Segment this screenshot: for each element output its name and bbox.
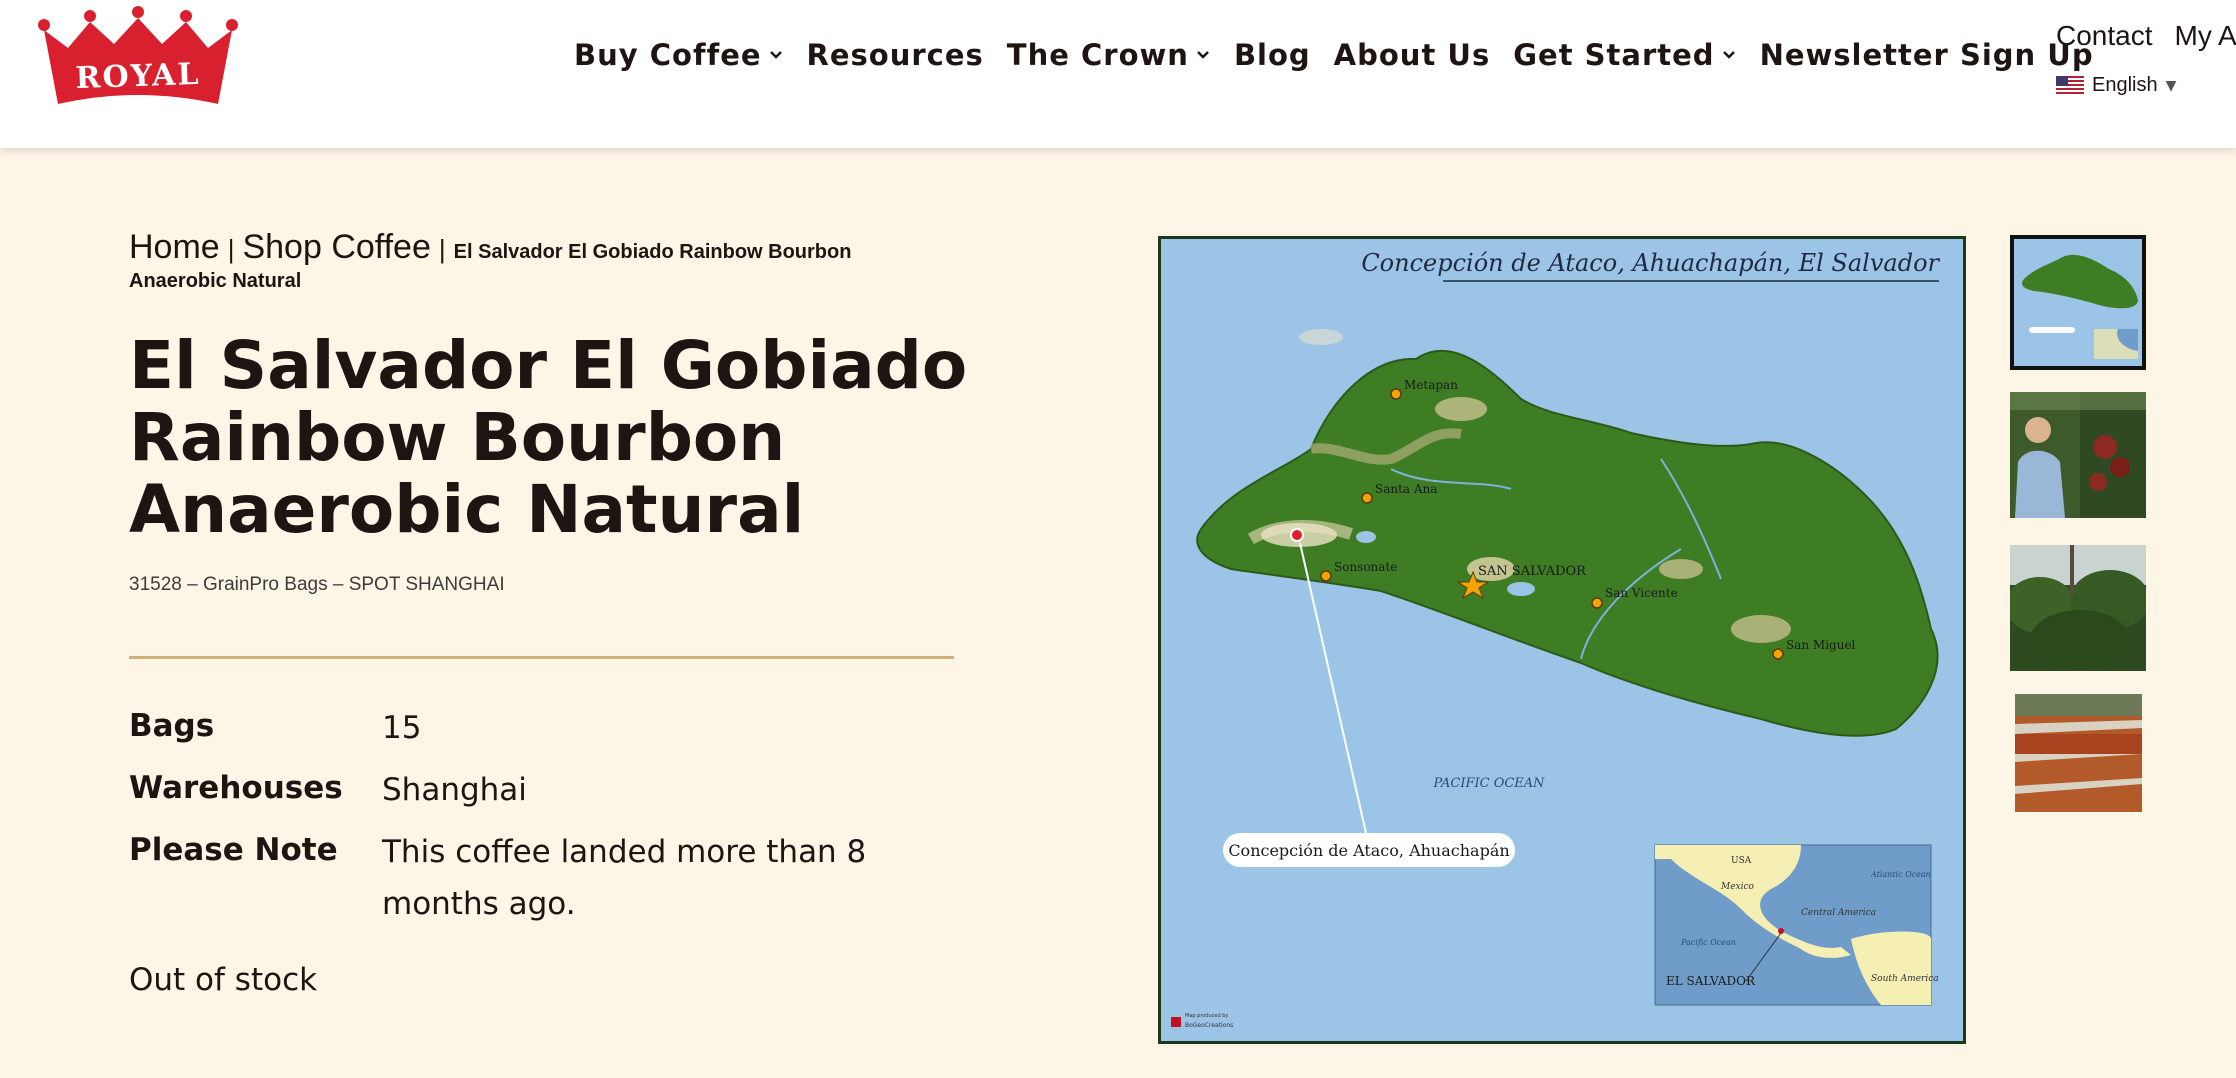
nav-blog[interactable]: Blog xyxy=(1234,38,1311,72)
divider xyxy=(129,656,954,659)
stock-status: Out of stock xyxy=(129,962,318,998)
map-title: Concepción de Ataco, Ahuachapán, El Salv… xyxy=(1361,249,1940,277)
svg-text:Santa Ana: Santa Ana xyxy=(1375,482,1437,496)
spec-label: Please Note xyxy=(129,832,338,868)
svg-text:San Vicente: San Vicente xyxy=(1605,586,1678,600)
product-subtitle: 31528 – GrainPro Bags – SPOT SHANGHAI xyxy=(129,574,505,595)
spec-label: Bags xyxy=(129,708,215,744)
svg-text:Metapan: Metapan xyxy=(1404,378,1458,392)
ocean-label: PACIFIC OCEAN xyxy=(1432,776,1545,791)
product-specs: Bags 15 Warehouses Shanghai Please Note … xyxy=(129,702,912,940)
spec-row-bags: Bags 15 xyxy=(129,702,912,754)
breadcrumb: Home | Shop Coffee | El Salvador El Gobiado … xyxy=(129,226,949,294)
my-account-link[interactable]: My Ac xyxy=(2175,20,2236,52)
spec-row-please-note: Please Note This coffee landed more than… xyxy=(129,826,912,930)
spec-value: This coffee landed more than 8 months ag… xyxy=(382,834,867,922)
caret-down-icon: ▼ xyxy=(2165,77,2177,94)
nav-get-started[interactable]: Get Started xyxy=(1513,38,1736,72)
svg-text:San Miguel: San Miguel xyxy=(1786,638,1856,652)
inset-map: USA Mexico Atlantic Ocean Central Americ… xyxy=(1654,844,1939,1006)
nav-about-us[interactable]: About Us xyxy=(1334,38,1491,72)
spec-row-warehouses: Warehouses Shanghai xyxy=(129,764,912,816)
chevron-down-icon xyxy=(1197,51,1209,59)
thumbnail-coffee-trees[interactable] xyxy=(2010,545,2146,671)
thumbnail-map[interactable] xyxy=(2010,235,2146,370)
thumbnail-farmer-photo[interactable] xyxy=(2010,392,2146,518)
svg-text:Sonsonate: Sonsonate xyxy=(1334,560,1397,574)
chevron-down-icon xyxy=(1722,51,1735,59)
spec-value: Shanghai xyxy=(382,772,527,808)
nav-the-crown[interactable]: The Crown xyxy=(1007,38,1211,72)
svg-text:Map produced by: Map produced by xyxy=(1185,1013,1228,1019)
breadcrumb-home[interactable]: Home xyxy=(129,228,220,266)
main-nav: Buy Coffee Resources The Crown Blog Abou… xyxy=(574,38,2117,72)
royal-logo[interactable]: ROYAL xyxy=(38,6,238,114)
svg-text:South America: South America xyxy=(1871,974,1939,984)
breadcrumb-current: El Salvador El Gobiado Rainbow Bourbon A… xyxy=(129,241,852,292)
language-selector[interactable]: English ▼ xyxy=(2056,74,2176,97)
chevron-down-icon xyxy=(769,51,782,59)
svg-text:USA: USA xyxy=(1731,856,1752,866)
site-header: ROYAL Buy Coffee Resources The Crown Blo… xyxy=(0,0,2236,148)
product-main-image-map[interactable]: Concepción de Ataco, Ahuachapán, El Salv… xyxy=(1158,236,1966,1044)
svg-text:Central America: Central America xyxy=(1801,908,1876,918)
svg-text:Atlantic Ocean: Atlantic Ocean xyxy=(1870,870,1931,879)
contact-link[interactable]: Contact xyxy=(2056,20,2153,52)
nav-buy-coffee[interactable]: Buy Coffee xyxy=(574,38,784,72)
svg-text:ROYAL: ROYAL xyxy=(75,57,201,96)
svg-text:EL SALVADOR: EL SALVADOR xyxy=(1666,974,1756,988)
breadcrumb-separator: | xyxy=(438,234,446,264)
svg-text:SAN SALVADOR: SAN SALVADOR xyxy=(1478,564,1587,579)
spec-value: 15 xyxy=(382,710,422,746)
nav-resources[interactable]: Resources xyxy=(807,38,984,72)
utility-links: Contact My Ac xyxy=(2056,20,2236,52)
thumbnail-drying-beds[interactable] xyxy=(2015,694,2142,812)
map-callout: Concepción de Ataco, Ahuachapán xyxy=(1228,841,1509,860)
spec-label: Warehouses xyxy=(129,770,343,806)
language-label: English xyxy=(2092,74,2158,96)
svg-text:Pacific Ocean: Pacific Ocean xyxy=(1680,938,1736,947)
svg-text:BoGeoCreations: BoGeoCreations xyxy=(1185,1022,1233,1029)
svg-text:Mexico: Mexico xyxy=(1720,882,1755,892)
nav-newsletter-sign-up[interactable]: Newsletter Sign Up xyxy=(1760,38,2094,72)
breadcrumb-separator: | xyxy=(227,234,235,264)
breadcrumb-shop-coffee[interactable]: Shop Coffee xyxy=(242,228,430,266)
product-title: El Salvador El Gobiado Rainbow Bourbon A… xyxy=(129,327,968,548)
us-flag-icon xyxy=(2056,75,2084,96)
